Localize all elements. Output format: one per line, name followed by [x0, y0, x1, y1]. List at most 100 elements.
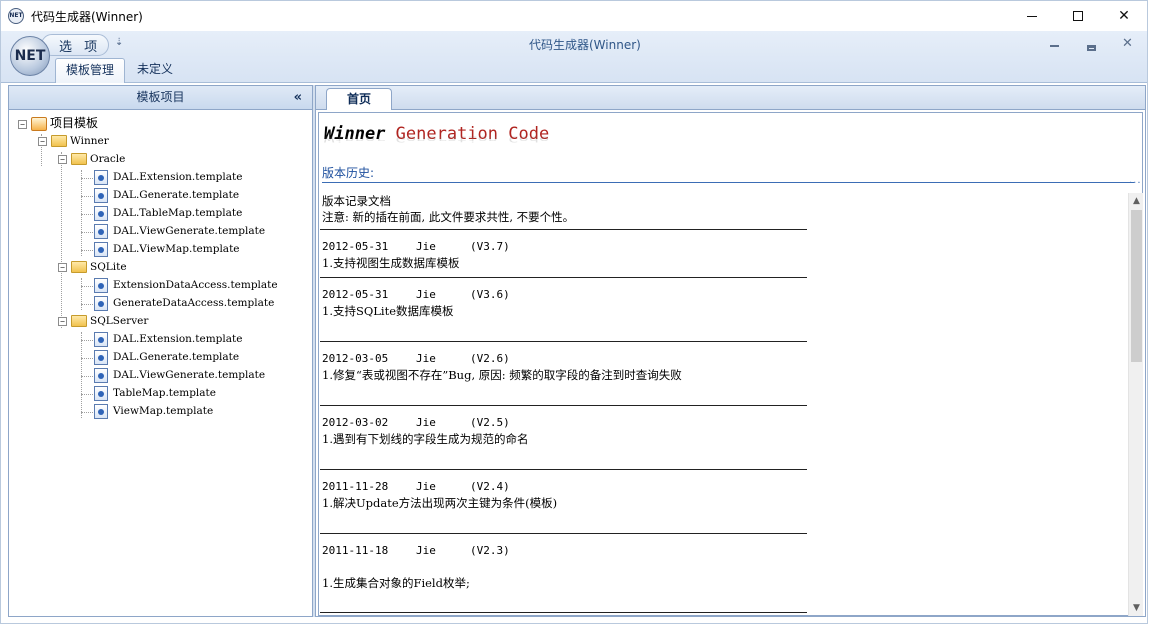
tree-node-folder-sqlserver[interactable]: − SQLServer: [58, 312, 148, 330]
template-file-icon: [94, 223, 108, 239]
tab-template-management[interactable]: 模板管理: [55, 58, 126, 83]
divider: [320, 341, 807, 342]
entry-date: 2012-05-31: [322, 240, 389, 253]
entry-date: 2012-03-02: [322, 416, 389, 429]
collapse-icon[interactable]: −: [38, 136, 47, 146]
template-tree: − 项目模板 − Winner − Oracle DAL.Extension.temp…: [9, 112, 312, 616]
collapse-icon[interactable]: −: [18, 119, 27, 129]
close-icon: ✕: [1118, 8, 1130, 24]
application-orb-button[interactable]: NET: [10, 36, 50, 76]
divider: [320, 405, 807, 406]
project-root-icon: [31, 117, 47, 131]
divider: [322, 182, 1134, 183]
ribbon-minimize-button[interactable]: [1050, 37, 1059, 50]
scroll-up-icon[interactable]: ▲: [1129, 193, 1144, 209]
entry-note: 1.支持视图生成数据库模板: [322, 256, 460, 270]
options-button[interactable]: 选 项: [59, 36, 101, 55]
restore-icon: [1087, 45, 1096, 51]
entry-note: 1.遇到有下划线的字段生成为规范的命名: [322, 432, 529, 446]
document-tab-bar: 首页: [316, 86, 1145, 110]
window-title: 代码生成器(Winner): [31, 10, 143, 24]
tree-node-file[interactable]: DAL.ViewMap.template: [94, 240, 240, 258]
ribbon-restore-button[interactable]: [1087, 41, 1096, 54]
tree-node-file[interactable]: ExtensionDataAccess.template: [94, 276, 278, 294]
tree-node-file[interactable]: GenerateDataAccess.template: [94, 294, 274, 312]
tree-node-folder-sqlite[interactable]: − SQLite: [58, 258, 127, 276]
tab-home[interactable]: 首页: [326, 88, 392, 110]
tree-node-file[interactable]: DAL.ViewGenerate.template: [94, 222, 265, 240]
entry-version: (V2.4): [470, 480, 510, 493]
entry-version: (V3.7): [470, 240, 510, 253]
panel-header: 模板项目 «: [9, 86, 312, 110]
maximize-icon: [1073, 11, 1083, 21]
app-window: NET 代码生成器(Winner) ✕ NET 选 项 ⇣ 代码生成器(Winn…: [0, 0, 1148, 624]
tree-node-file[interactable]: DAL.ViewGenerate.template: [94, 366, 265, 384]
entry-version: (V2.5): [470, 416, 510, 429]
folder-icon: [71, 315, 87, 327]
doc-note: 注意: 新的插在前面, 此文件要求共性, 不要个性。: [322, 210, 575, 224]
brand-logo-reflection: Winner Generation Code: [324, 134, 550, 143]
scroll-down-icon[interactable]: ▼: [1129, 600, 1144, 616]
folder-icon: [51, 135, 67, 147]
entry-note: 1.修复“表或视图不存在”Bug, 原因: 频繁的取字段的备注到时查询失败: [322, 368, 682, 382]
entry-date: 2012-05-31: [322, 288, 389, 301]
collapse-icon[interactable]: −: [58, 316, 67, 326]
maximize-button[interactable]: [1055, 1, 1101, 31]
version-history-label: 版本历史:: [322, 166, 375, 180]
ribbon: NET 选 项 ⇣ 代码生成器(Winner) ✕ 模板管理 未定义: [1, 31, 1147, 83]
collapse-panel-icon[interactable]: «: [294, 86, 302, 109]
template-file-icon: [94, 385, 108, 401]
template-file-icon: [94, 241, 108, 257]
entry-date: 2012-03-05: [322, 352, 389, 365]
tree-line: [81, 332, 82, 418]
scrollbar-thumb[interactable]: [1131, 210, 1142, 362]
quick-access-dropdown-icon[interactable]: ⇣: [115, 37, 123, 48]
version-history-text: 版本记录文档 注意: 新的插在前面, 此文件要求共性, 不要个性。 2012-0…: [320, 193, 1127, 616]
tree-node-file[interactable]: TableMap.template: [94, 384, 216, 402]
folder-icon: [71, 153, 87, 165]
divider: [320, 229, 807, 230]
tree-node-project[interactable]: − Winner: [38, 132, 109, 150]
tree-line: [81, 232, 95, 233]
template-file-icon: [94, 187, 108, 203]
entry-version: (V2.6): [470, 352, 510, 365]
template-file-icon: [94, 205, 108, 221]
tree-node-file[interactable]: DAL.Extension.template: [94, 330, 242, 348]
collapse-icon[interactable]: −: [58, 154, 67, 164]
tree-line: [81, 196, 95, 197]
tree-node-file[interactable]: DAL.Generate.template: [94, 348, 239, 366]
doc-heading: 版本记录文档: [322, 194, 391, 208]
tree-line: [81, 412, 95, 413]
tree-node-file[interactable]: DAL.TableMap.template: [94, 204, 242, 222]
template-file-icon: [94, 349, 108, 365]
divider: [320, 533, 807, 534]
minimize-button[interactable]: [1009, 1, 1055, 31]
template-project-panel: 模板项目 « − 项目模板 − Winner − Oracle DAL.Exte…: [8, 85, 313, 617]
tree-node-file[interactable]: DAL.Extension.template: [94, 168, 242, 186]
vertical-scrollbar[interactable]: ▲ ▼: [1128, 193, 1143, 616]
divider: [320, 612, 807, 613]
tree-line: [81, 250, 95, 251]
entry-author: Jie: [416, 240, 436, 253]
template-file-icon: [94, 277, 108, 293]
ribbon-close-button[interactable]: ✕: [1122, 36, 1133, 51]
tree-node-folder-oracle[interactable]: − Oracle: [58, 150, 125, 168]
document-panel: 首页 Winner Generation Code Winner Generat…: [315, 85, 1146, 617]
entry-author: Jie: [416, 480, 436, 493]
app-icon: NET: [8, 8, 24, 24]
tree-line: [81, 304, 95, 305]
entry-author: Jie: [416, 544, 436, 557]
close-button[interactable]: ✕: [1101, 1, 1147, 31]
minimize-icon: [1027, 15, 1037, 17]
title-bar: NET 代码生成器(Winner) ✕: [1, 1, 1147, 31]
divider: [320, 469, 807, 470]
collapse-icon[interactable]: −: [58, 262, 67, 272]
tree-line: [81, 394, 95, 395]
template-file-icon: [94, 331, 108, 347]
tree-node-root[interactable]: − 项目模板: [18, 114, 98, 132]
tree-node-file[interactable]: DAL.Generate.template: [94, 186, 239, 204]
minimize-icon: [1050, 45, 1059, 47]
tree-node-file[interactable]: ViewMap.template: [94, 402, 213, 420]
tree-line: [81, 358, 95, 359]
tab-undefined[interactable]: 未定义: [127, 58, 183, 83]
